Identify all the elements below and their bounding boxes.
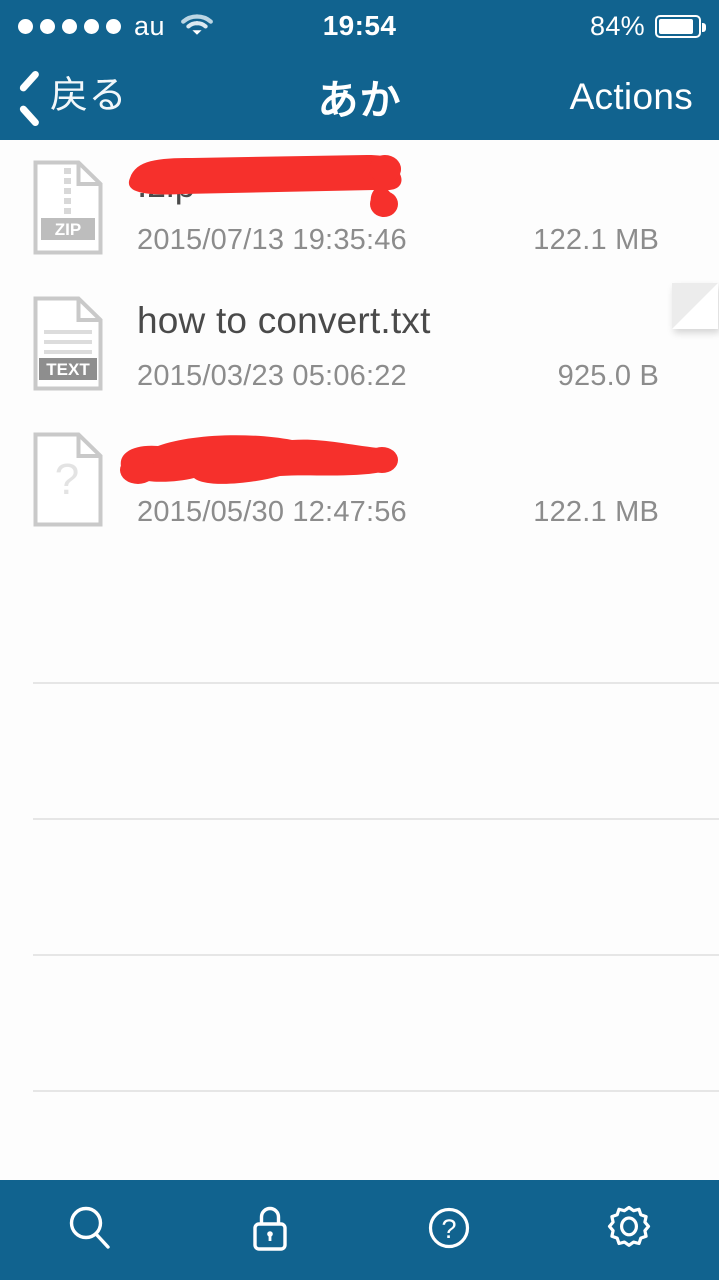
file-name: .zip [137, 164, 196, 205]
text-file-icon: TEXT [33, 296, 103, 391]
carrier-label: au [134, 10, 166, 41]
bottom-toolbar: ? [0, 1180, 719, 1280]
signal-dot [84, 18, 99, 34]
signal-dot [106, 18, 121, 34]
file-size: 925.0 B [557, 360, 659, 392]
battery-percent-label: 84% [590, 10, 645, 41]
navigation-bar: 戻る あか Actions [0, 52, 719, 140]
gear-icon [600, 1199, 658, 1262]
empty-list-row [0, 684, 719, 820]
zip-file-icon: ZIP [33, 160, 103, 255]
empty-list-row [0, 1092, 719, 1180]
file-date: 2015/07/13 19:35:46 [137, 224, 407, 256]
empty-list-row [0, 956, 719, 1092]
page-curl-indicator [672, 283, 718, 329]
signal-dot [62, 18, 77, 34]
file-item-meta: 2015/05/30 12:47:56 122.1 MB [137, 496, 659, 529]
battery-fill [659, 18, 694, 34]
unknown-file-icon: ? [33, 432, 103, 527]
file-name: how to convert.txt [137, 300, 431, 341]
lock-icon [242, 1200, 298, 1261]
status-bar-right: 84% [590, 10, 706, 42]
zip-badge-text: ZIP [55, 220, 81, 239]
file-item-texts: .zip 2015/07/13 19:35:46 122.1 MB [137, 140, 659, 276]
empty-list-row [0, 820, 719, 956]
file-list-item[interactable]: ? 2015/05/30 12:47:56 122.1 MB [0, 412, 719, 548]
question-mark-glyph: ? [55, 455, 79, 504]
file-item-meta: 2015/03/23 05:06:22 925.0 B [137, 360, 659, 393]
file-item-meta: 2015/07/13 19:35:46 122.1 MB [137, 224, 659, 257]
file-item-texts: 2015/05/30 12:47:56 122.1 MB [137, 412, 659, 548]
text-badge-text: TEXT [46, 360, 90, 379]
empty-list-row [0, 548, 719, 684]
lock-button[interactable] [180, 1180, 360, 1280]
signal-dot [18, 18, 33, 34]
status-bar-left: au [18, 11, 214, 41]
actions-button-label: Actions [569, 75, 693, 117]
signal-strength-dots [18, 18, 121, 34]
file-size: 122.1 MB [533, 224, 659, 256]
wifi-icon [180, 11, 214, 41]
status-bar: au 19:54 84% [0, 0, 719, 52]
file-date: 2015/05/30 12:47:56 [137, 496, 407, 528]
battery-icon [655, 14, 706, 38]
phone-screen: au 19:54 84% 戻る あか Actions ZIP .zip 2015… [0, 0, 719, 1280]
signal-dot [40, 18, 55, 34]
file-size: 122.1 MB [533, 496, 659, 528]
svg-text:?: ? [442, 1214, 457, 1244]
help-button[interactable]: ? [360, 1180, 540, 1280]
file-list-item[interactable]: ZIP .zip 2015/07/13 19:35:46 122.1 MB [0, 140, 719, 276]
file-item-texts: how to convert.txt 2015/03/23 05:06:22 9… [137, 276, 659, 412]
settings-button[interactable] [539, 1180, 719, 1280]
actions-button[interactable]: Actions [562, 52, 701, 140]
search-button[interactable] [0, 1180, 180, 1280]
file-list-item[interactable]: TEXT how to convert.txt 2015/03/23 05:06… [0, 276, 719, 412]
file-list[interactable]: ZIP .zip 2015/07/13 19:35:46 122.1 MB TE… [0, 140, 719, 1180]
file-date: 2015/03/23 05:06:22 [137, 360, 407, 392]
help-icon: ? [421, 1200, 477, 1261]
search-icon [62, 1200, 118, 1261]
